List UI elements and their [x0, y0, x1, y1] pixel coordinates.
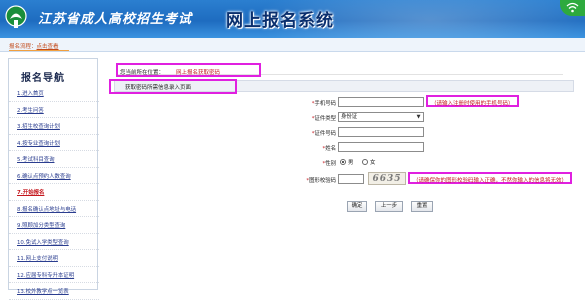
gender-male-radio[interactable]: [340, 159, 346, 165]
sidebar-item-start-registration[interactable]: 7.开始报名: [9, 184, 99, 201]
id-type-value: 身份证: [341, 114, 358, 120]
main-panel: 您当前所在位置： 网上报名获取密码 获取密码所需信息录入页面 *手机号码 （请输…: [108, 58, 585, 290]
sidebar-item-teaching-points[interactable]: 13.校外教学点一览表: [9, 283, 99, 300]
system-title: 网上报名系统: [226, 11, 334, 31]
phone-hint: （请输入注册时使用的手机号码）: [426, 95, 519, 107]
sidebar-item-confirm-point-address[interactable]: 8.报名确认点地址与电话: [9, 201, 99, 217]
gender-row: *性别: [108, 157, 337, 167]
id-number-input[interactable]: [338, 127, 424, 137]
sidebar-item-exempt-admission[interactable]: 10.免试入学类型查询: [9, 234, 99, 250]
name-input[interactable]: [338, 142, 424, 152]
phone-row: *手机号码: [108, 97, 336, 107]
location-highlight: [116, 63, 261, 77]
captcha-input[interactable]: [338, 174, 364, 184]
sidebar-item-plan-by-major[interactable]: 4.按专业查询计划: [9, 135, 99, 151]
section-highlight: [109, 79, 237, 94]
sidebar-title: 报名导航: [21, 73, 65, 84]
sidebar-item-bonus-points[interactable]: 9.照顾加分类型查询: [9, 217, 99, 234]
sidebar-item-upgrade-proof[interactable]: 12.应届专科专升本证明: [9, 267, 99, 283]
gender-male-label: 男: [348, 160, 354, 166]
id-type-row: *证件类型: [108, 112, 336, 122]
breadcrumb: 报名流程：点击查看: [0, 38, 585, 52]
name-label: *姓名: [322, 146, 337, 152]
prev-step-button[interactable]: 上一步: [375, 201, 403, 212]
sidebar-item-exam-subjects[interactable]: 5.考试科目查询: [9, 151, 99, 168]
captcha-image[interactable]: 6635: [368, 172, 406, 185]
chevron-down-icon: ▼: [416, 114, 421, 120]
id-type-label: *证件类型: [311, 116, 336, 122]
name-row: *姓名: [108, 142, 337, 152]
reset-button[interactable]: 重置: [411, 201, 433, 212]
logo-icon: [5, 5, 27, 28]
sidebar-list: 1.进入首页 2.考生问答 3.招生校查询计划 4.按专业查询计划 5.考试科目…: [9, 85, 99, 300]
gender-female-radio[interactable]: [362, 159, 368, 165]
sidebar-item-online-payment[interactable]: 11.网上支付说明: [9, 250, 99, 267]
sidebar-item-faq[interactable]: 2.考生问答: [9, 102, 99, 118]
breadcrumb-underline: [9, 50, 69, 51]
sidebar-item-plan-by-school[interactable]: 3.招生校查询计划: [9, 118, 99, 135]
gender-female-label: 女: [370, 160, 376, 166]
sidebar-item-confirm-point-count[interactable]: 6.确认点预约人数查询: [9, 168, 99, 184]
page-header: 江苏省成人高校招生考试 网上报名系统: [0, 0, 585, 38]
captcha-hint: （请确保你的图形校验码输入正确，不然你输入的信息将无效）: [408, 172, 573, 184]
phone-label: *手机号码: [311, 101, 336, 107]
confirm-button[interactable]: 确定: [347, 201, 367, 212]
phone-input[interactable]: [338, 97, 424, 107]
captcha-label: *图形校验码: [306, 178, 336, 184]
gender-label: *性别: [322, 161, 337, 167]
id-type-select[interactable]: 身份证 ▼: [338, 112, 424, 122]
sidebar-item-home[interactable]: 1.进入首页: [9, 85, 99, 102]
id-number-label: *证件号码: [311, 131, 336, 137]
captcha-row: *图形校验码: [108, 174, 336, 184]
site-title: 江苏省成人高校招生考试: [38, 12, 193, 27]
sidebar-nav: 报名导航 1.进入首页 2.考生问答 3.招生校查询计划 4.按专业查询计划 5…: [8, 58, 99, 300]
id-number-row: *证件号码: [108, 127, 336, 137]
